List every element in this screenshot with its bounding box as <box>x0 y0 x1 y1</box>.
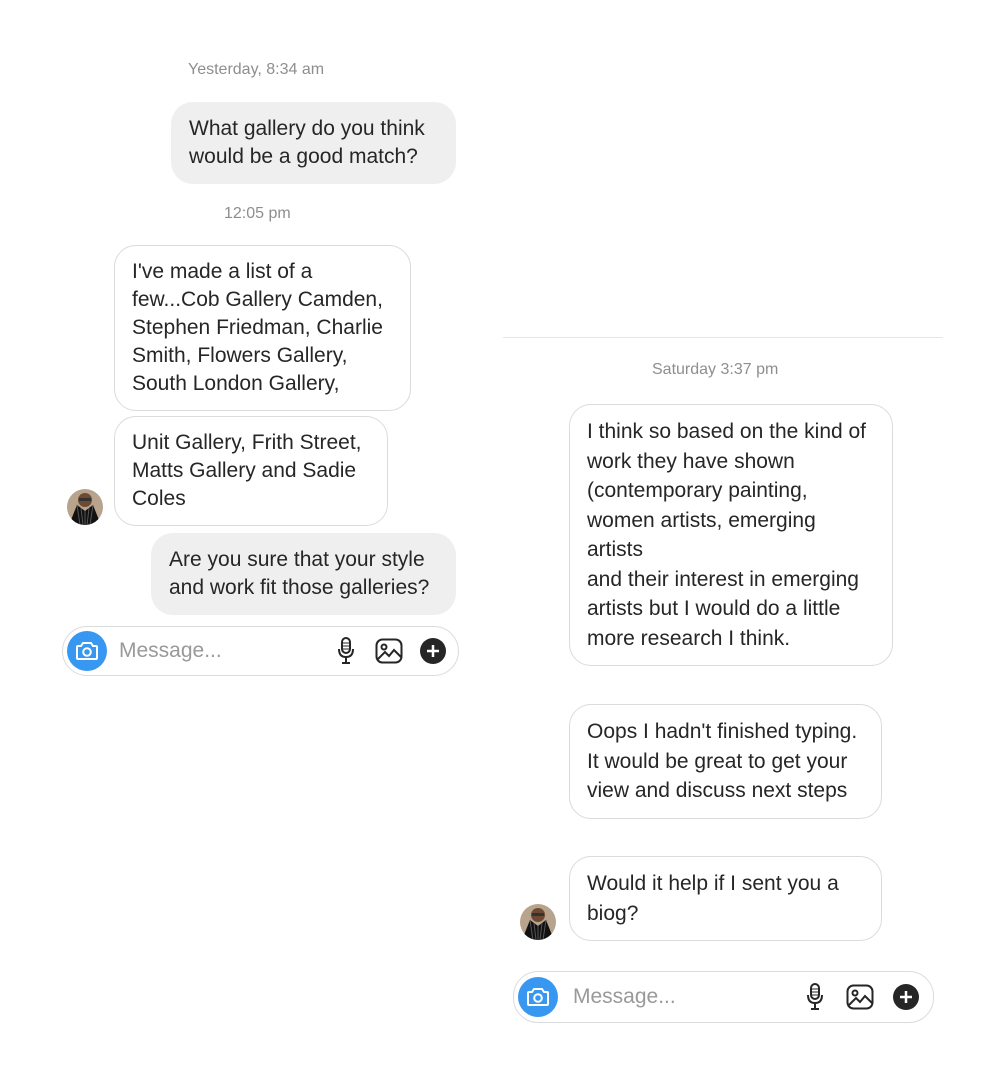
microphone-icon <box>338 637 354 664</box>
sent-message[interactable]: What gallery do you think would be a goo… <box>171 102 456 184</box>
received-message[interactable]: Would it help if I sent you a biog? <box>569 856 882 941</box>
microphone-icon <box>807 983 823 1010</box>
avatar[interactable] <box>67 489 103 525</box>
received-message[interactable]: I've made a list of a few...Cob Gallery … <box>114 245 411 411</box>
avatar[interactable] <box>520 904 556 940</box>
message-composer: Message... <box>513 971 934 1023</box>
timestamp: Saturday 3:37 pm <box>652 361 779 378</box>
plus-icon <box>420 638 446 664</box>
gallery-button[interactable] <box>845 982 875 1012</box>
image-gallery-icon <box>846 984 874 1010</box>
sent-message[interactable]: Are you sure that your style and work fi… <box>151 533 456 615</box>
divider <box>503 337 943 338</box>
message-input[interactable]: Message... <box>119 627 222 675</box>
camera-button[interactable] <box>67 631 107 671</box>
message-composer: Message... <box>62 626 459 676</box>
camera-button[interactable] <box>518 977 558 1017</box>
received-message[interactable]: I think so based on the kind of work the… <box>569 404 893 666</box>
avatar-image <box>520 904 556 940</box>
microphone-button[interactable] <box>331 636 361 666</box>
plus-icon <box>893 984 919 1010</box>
gallery-button[interactable] <box>374 636 404 666</box>
microphone-button[interactable] <box>800 982 830 1012</box>
add-button[interactable] <box>891 982 921 1012</box>
received-message[interactable]: Oops I hadn't finished typing. It would … <box>569 704 882 819</box>
add-button[interactable] <box>418 636 448 666</box>
avatar-image <box>67 489 103 525</box>
message-input[interactable]: Message... <box>573 972 676 1022</box>
camera-icon <box>76 642 98 660</box>
camera-icon <box>527 988 549 1006</box>
timestamp: Yesterday, 8:34 am <box>188 61 325 78</box>
timestamp: 12:05 pm <box>224 205 291 222</box>
received-message[interactable]: Unit Gallery, Frith Street, Matts Galler… <box>114 416 388 526</box>
image-gallery-icon <box>375 638 403 664</box>
